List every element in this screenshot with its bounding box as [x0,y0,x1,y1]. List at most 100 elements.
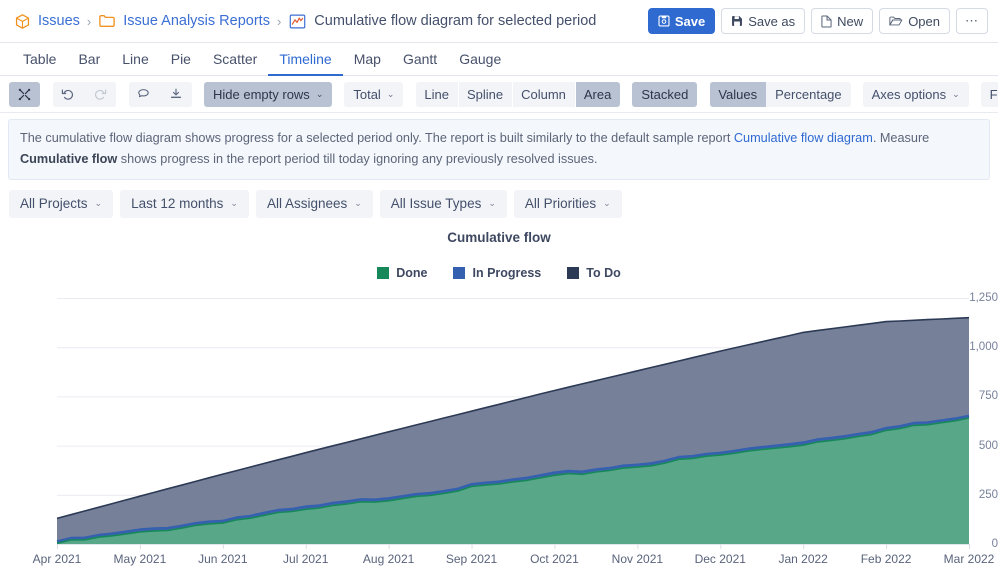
banner-bold-measure: Cumulative flow [20,152,117,166]
page-title: Cumulative flow diagram for selected per… [314,13,596,29]
download-button[interactable] [160,82,192,107]
total-dropdown[interactable]: Total ⌄ [344,82,403,107]
toolbar-group-series-style: Line Spline Column Area [415,82,620,107]
header-bar: Issues › Issue Analysis Reports › Cumula… [0,0,998,43]
tab-table[interactable]: Table [12,43,67,76]
chart-report-icon [288,13,307,30]
filter-all-projects[interactable]: All Projects ⌄ [9,190,113,218]
toolbar-group-total: Total ⌄ [344,82,403,107]
save-icon [658,15,670,27]
undo-button[interactable] [52,82,84,107]
breadcrumb-link-issue-analysis-reports[interactable]: Issue Analysis Reports [123,13,270,29]
style-spline-button[interactable]: Spline [458,82,512,107]
stacked-button[interactable]: Stacked [632,82,697,107]
filter-bar: All Projects ⌄ Last 12 months ⌄ All Assi… [0,180,998,218]
filter-all-projects-label: All Projects [20,196,88,211]
redo-button[interactable] [84,82,116,107]
fullscreen-button[interactable] [9,82,40,107]
x-axis-tick-label: Dec 2021 [695,552,746,566]
save-as-button[interactable]: Save as [721,8,805,34]
save-as-icon [731,15,743,27]
x-axis-tick-label: Mar 2022 [944,552,995,566]
axes-options-dropdown[interactable]: Axes options ⌄ [863,82,969,107]
chevron-down-icon: ⌄ [952,89,960,100]
y-axis-tick-label: 1,000 [951,341,998,353]
y-axis-tick-label: 500 [951,440,998,452]
chevron-down-icon: ⌄ [488,198,496,209]
tab-gauge[interactable]: Gauge [448,43,512,76]
chart-legend: Done In Progress To Do [0,266,998,280]
legend-item-done[interactable]: Done [377,266,427,280]
legend-swatch-in-progress [453,267,465,279]
x-axis-tick-label: May 2021 [114,552,167,566]
toolbar-group-axes: Axes options ⌄ [863,82,969,107]
tab-bar[interactable]: Bar [67,43,111,76]
style-line-button[interactable]: Line [415,82,458,107]
open-button[interactable]: Open [879,8,950,34]
tab-scatter[interactable]: Scatter [202,43,268,76]
tab-pie[interactable]: Pie [160,43,202,76]
legend-label-in-progress: In Progress [472,266,541,280]
legend-item-in-progress[interactable]: In Progress [453,266,541,280]
banner-text-3: shows progress in the report period till… [117,152,597,166]
style-area-button[interactable]: Area [575,82,620,107]
chevron-down-icon: ⌄ [603,198,611,209]
x-axis-tick-label: Feb 2022 [861,552,912,566]
hide-empty-rows-label: Hide empty rows [213,87,310,102]
tab-timeline[interactable]: Timeline [268,43,342,76]
values-button[interactable]: Values [709,82,766,107]
breadcrumb-separator: › [87,14,91,29]
breadcrumb-item-issues[interactable]: Issues [14,13,80,30]
y-axis-tick-label: 750 [951,390,998,402]
open-folder-icon [889,15,903,27]
header-actions: Save Save as New Open ⋯ [648,8,988,34]
redo-icon [93,87,107,101]
save-button[interactable]: Save [648,8,715,34]
axes-options-label: Axes options [872,87,946,102]
undo-icon [61,87,75,101]
breadcrumb: Issues › Issue Analysis Reports › Cumula… [14,13,648,30]
filter-period-label: Last 12 months [131,196,223,211]
font-size-label: Font size [990,87,998,102]
cube-icon [14,13,31,30]
legend-label-done: Done [396,266,427,280]
percentage-button[interactable]: Percentage [766,82,851,107]
cumulative-flow-diagram-link[interactable]: Cumulative flow diagram [734,131,873,145]
chart-plot-area[interactable]: 02505007501,0001,250Apr 2021May 2021Jun … [0,288,998,572]
tab-gantt[interactable]: Gantt [392,43,448,76]
chart-toolbar: Hide empty rows ⌄ Total ⌄ Line Spline Co… [0,76,998,113]
legend-swatch-to-do [567,267,579,279]
hide-empty-rows-dropdown[interactable]: Hide empty rows ⌄ [204,82,332,107]
more-options-button[interactable]: ⋯ [956,8,988,34]
toolbar-group-stacked: Stacked [632,82,697,107]
x-axis-tick-label: Aug 2021 [363,552,414,566]
filter-all-priorities-label: All Priorities [525,196,596,211]
x-axis-tick-label: Jul 2021 [283,552,328,566]
font-size-dropdown[interactable]: Font size ⌄ [981,82,998,107]
tab-line[interactable]: Line [111,43,159,76]
legend-item-to-do[interactable]: To Do [567,266,620,280]
toolbar-group-share [128,82,192,107]
y-axis-tick-label: 250 [951,489,998,501]
fullscreen-icon [18,88,31,101]
x-axis-tick-label: Sep 2021 [446,552,497,566]
filter-all-issue-types[interactable]: All Issue Types ⌄ [380,190,507,218]
folder-icon [98,13,116,29]
filter-period[interactable]: Last 12 months ⌄ [120,190,249,218]
download-icon [169,87,183,101]
new-button[interactable]: New [811,8,873,34]
tab-map[interactable]: Map [343,43,392,76]
style-column-button[interactable]: Column [512,82,575,107]
toolbar-group-font: Font size ⌄ [981,82,998,107]
toolbar-group-history [52,82,116,107]
filter-all-priorities[interactable]: All Priorities ⌄ [514,190,622,218]
breadcrumb-item-issue-analysis-reports[interactable]: Issue Analysis Reports [98,13,270,29]
filter-all-assignees[interactable]: All Assignees ⌄ [256,190,373,218]
breadcrumb-item-current: Cumulative flow diagram for selected per… [288,13,596,30]
breadcrumb-separator-2: › [277,14,281,29]
chart-container: Cumulative flow Done In Progress To Do 0… [0,218,998,572]
chart-type-tabs: Table Bar Line Pie Scatter Timeline Map … [0,43,998,76]
comment-button[interactable] [128,82,160,107]
new-file-icon [821,15,832,28]
breadcrumb-link-issues[interactable]: Issues [38,13,80,29]
